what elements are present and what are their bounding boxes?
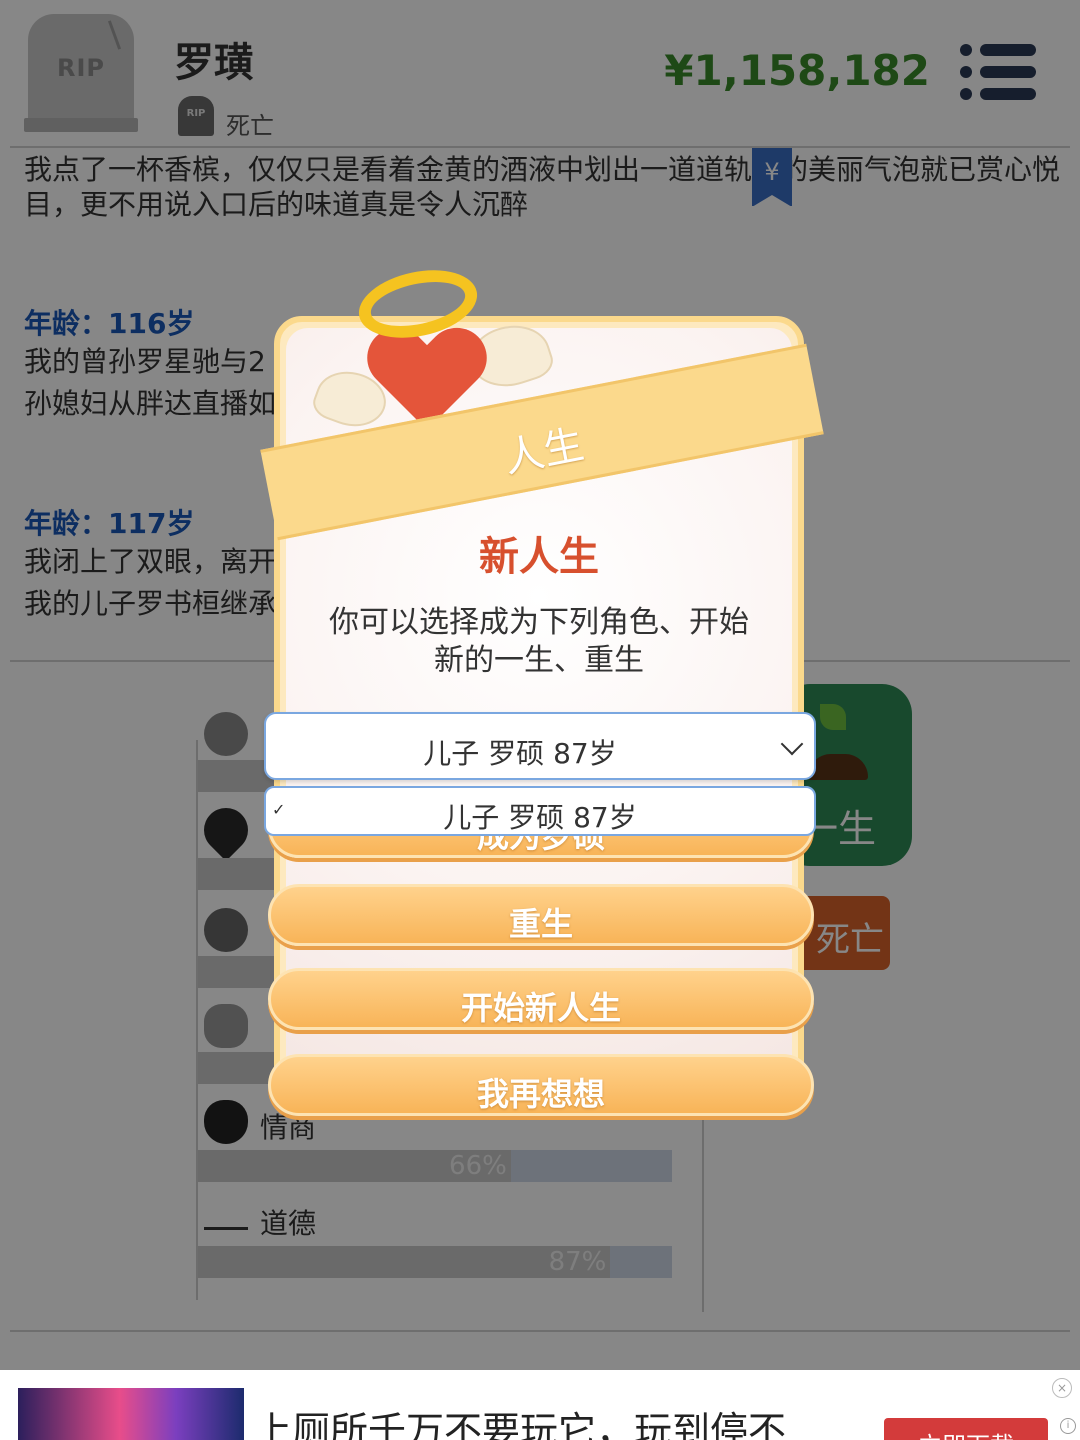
ad-download-label: 立即下载	[884, 1426, 1048, 1440]
ad-banner[interactable]: 上厕所千万不要玩它，玩到停不 立即下载 × i	[0, 1370, 1080, 1440]
character-select-value: 儿子 罗硕 87岁	[423, 737, 617, 770]
new-life-button[interactable]: 开始新人生	[268, 968, 814, 1030]
select-option-label: 儿子 罗硕 87岁	[443, 801, 637, 834]
info-icon[interactable]: i	[1060, 1418, 1076, 1434]
rebirth-button[interactable]: 重生	[268, 884, 814, 946]
rebirth-label: 重生	[508, 905, 573, 943]
chevron-down-icon	[780, 732, 804, 756]
new-life-label: 开始新人生	[460, 989, 621, 1027]
close-icon[interactable]: ×	[1052, 1378, 1072, 1398]
character-select[interactable]: 儿子 罗硕 87岁	[264, 712, 816, 780]
rethink-label: 我再想想	[476, 1075, 605, 1113]
select-option[interactable]: ✓ 儿子 罗硕 87岁	[264, 786, 816, 836]
modal-description: 你可以选择成为下列角色、开始新的一生、重生	[329, 605, 749, 678]
modal-title: 新人生	[479, 534, 599, 580]
ad-text: 上厕所千万不要玩它，玩到停不	[254, 1409, 787, 1440]
ad-download-button[interactable]: 立即下载	[884, 1418, 1048, 1440]
rethink-button[interactable]: 我再想想	[268, 1054, 814, 1116]
ad-image[interactable]	[18, 1388, 244, 1440]
